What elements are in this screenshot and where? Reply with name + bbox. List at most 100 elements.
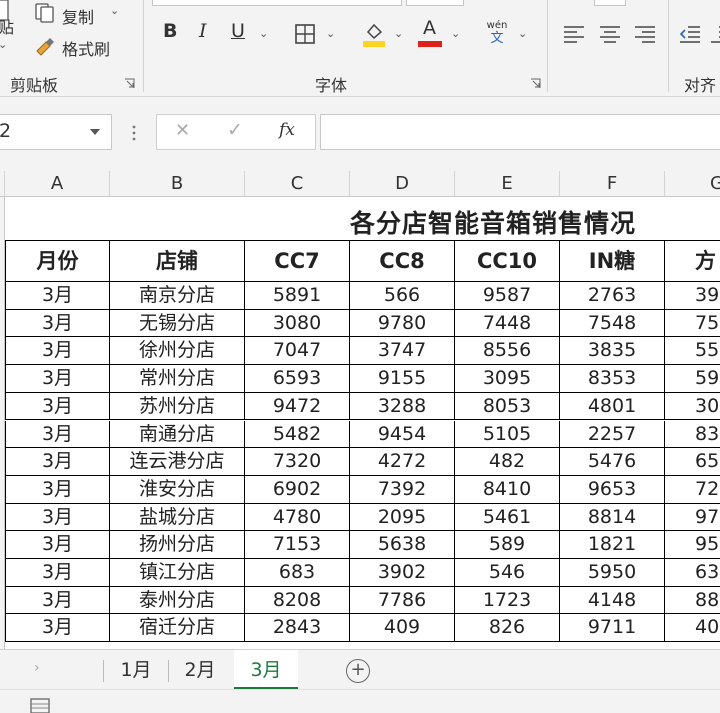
table-cell[interactable]: 镇江分店 [110, 559, 245, 587]
table-cell[interactable]: 3080 [245, 309, 350, 338]
table-cell[interactable]: 盐城分店 [110, 503, 245, 532]
sheet-view-icon[interactable] [30, 698, 50, 713]
table-cell[interactable]: 7448 [455, 309, 560, 338]
alignment-top-button[interactable] [594, 0, 626, 6]
table-cell[interactable]: 9155 [350, 365, 455, 393]
table-cell[interactable]: 3835 [560, 337, 665, 366]
table-cell[interactable]: 3月 [5, 365, 110, 393]
table-cell[interactable]: 3月 [5, 282, 110, 310]
table-cell[interactable]: 9711 [560, 614, 665, 643]
table-cell[interactable]: 1723 [455, 586, 560, 615]
table-cell[interactable]: 6593 [245, 365, 350, 393]
column-header-e[interactable]: E [455, 171, 560, 197]
formula-input[interactable] [320, 114, 720, 150]
sheet-tab-feb[interactable]: 2月 [170, 650, 230, 690]
enter-icon[interactable]: ✓ [227, 119, 243, 141]
table-cell[interactable]: 8053 [455, 392, 560, 421]
table-cell[interactable]: 9587 [455, 282, 560, 310]
table-cell[interactable]: 3月 [5, 309, 110, 338]
table-cell[interactable]: 6902 [245, 475, 350, 504]
name-box-dropdown-icon[interactable] [89, 128, 101, 136]
table-cell[interactable]: 宿迁分店 [110, 614, 245, 643]
table-cell[interactable]: 常州分店 [110, 365, 245, 393]
table-cell[interactable]: 1821 [560, 531, 665, 559]
sheet-title-cell[interactable]: 各分店智能音箱销售情况 [5, 198, 720, 241]
table-cell[interactable]: 75 [665, 310, 720, 338]
table-cell[interactable]: 3月 [5, 420, 110, 449]
table-cell[interactable]: 826 [455, 614, 560, 643]
bold-button[interactable]: B [163, 20, 177, 42]
decrease-indent-icon[interactable] [679, 24, 701, 44]
table-cell[interactable]: 徐州分店 [110, 337, 245, 366]
table-cell[interactable]: 南通分店 [110, 420, 245, 449]
font-color-dropdown-icon[interactable]: ⌄ [451, 27, 460, 40]
table-cell[interactable]: 7392 [350, 475, 455, 504]
scroll-tabs-right-icon[interactable]: › [34, 660, 40, 676]
column-header-b[interactable]: B [110, 171, 245, 197]
column-header-c[interactable]: C [245, 171, 350, 197]
formula-bar-grip-icon[interactable] [132, 125, 136, 141]
table-cell[interactable]: 3月 [5, 531, 110, 559]
paste-dropdown-icon[interactable]: ⌄ [0, 38, 7, 51]
table-cell[interactable]: 83 [665, 421, 720, 449]
sheet-tab-mar[interactable]: 3月 [234, 650, 298, 690]
table-cell[interactable]: 5950 [560, 559, 665, 587]
table-cell[interactable]: 2257 [560, 420, 665, 449]
table-cell[interactable]: 9454 [350, 420, 455, 449]
table-cell[interactable]: 40 [665, 614, 720, 643]
table-cell[interactable]: 7047 [245, 337, 350, 366]
underline-dropdown-icon[interactable]: ⌄ [259, 27, 268, 40]
borders-dropdown-icon[interactable]: ⌄ [326, 27, 335, 40]
table-cell[interactable]: 589 [455, 531, 560, 559]
copy-icon[interactable] [34, 2, 56, 24]
table-cell[interactable]: 南京分店 [110, 282, 245, 310]
format-painter-button[interactable]: 格式刷 [62, 36, 110, 60]
table-cell[interactable]: 5482 [245, 420, 350, 449]
column-header-f[interactable]: F [560, 171, 665, 197]
table-cell[interactable]: 3月 [5, 448, 110, 476]
table-cell[interactable]: 8556 [455, 337, 560, 366]
table-cell[interactable]: 连云港分店 [110, 448, 245, 476]
table-cell[interactable]: 97 [665, 504, 720, 532]
table-cell[interactable]: 8208 [245, 586, 350, 615]
table-cell[interactable]: 5105 [455, 420, 560, 449]
font-color-button[interactable]: A [423, 17, 436, 39]
name-box[interactable]: 2 [0, 114, 112, 150]
align-left-icon[interactable] [563, 24, 585, 44]
table-cell[interactable]: 409 [350, 614, 455, 643]
phonetic-icon[interactable]: wén 文 [484, 20, 510, 46]
table-cell[interactable]: 4780 [245, 503, 350, 532]
table-cell[interactable]: 55 [665, 337, 720, 366]
copy-button[interactable]: 复制 [62, 4, 94, 28]
table-cell[interactable]: 7153 [245, 531, 350, 559]
table-header-cell[interactable]: 店铺 [110, 241, 245, 282]
table-cell[interactable]: 3095 [455, 365, 560, 393]
paste-label[interactable]: 贴 [0, 14, 14, 38]
table-cell[interactable]: 63 [665, 559, 720, 587]
copy-dropdown-icon[interactable]: ⌄ [110, 4, 119, 17]
underline-button[interactable]: U [231, 20, 245, 42]
table-cell[interactable]: 5891 [245, 282, 350, 310]
table-cell[interactable]: 3月 [5, 559, 110, 587]
table-cell[interactable]: 苏州分店 [110, 392, 245, 421]
format-painter-icon[interactable] [34, 36, 56, 56]
column-header-g[interactable]: G [665, 171, 720, 197]
worksheet-grid[interactable]: ABCDEFG 各分店智能音箱销售情况 月份 店铺 CC7 CC8 CC10 IN糖方 3月… [0, 171, 720, 649]
column-header-d[interactable]: D [350, 171, 455, 197]
table-cell[interactable]: 2843 [245, 614, 350, 643]
table-cell[interactable]: 3288 [350, 392, 455, 421]
table-cell[interactable]: 9653 [560, 475, 665, 504]
table-cell[interactable]: 5476 [560, 448, 665, 476]
table-header-cell[interactable]: CC7 [245, 241, 350, 282]
table-cell[interactable]: 30 [665, 393, 720, 421]
clipboard-launcher-icon[interactable] [124, 78, 135, 89]
increase-indent-icon[interactable] [710, 24, 720, 44]
table-cell[interactable]: 9780 [350, 309, 455, 338]
insert-function-icon[interactable]: fx [279, 120, 295, 140]
align-right-icon[interactable] [634, 24, 656, 44]
sheet-tab-jan[interactable]: 1月 [106, 650, 166, 690]
table-cell[interactable]: 7786 [350, 586, 455, 615]
table-cell[interactable]: 3月 [5, 614, 110, 643]
table-cell[interactable]: 2763 [560, 282, 665, 310]
table-cell[interactable]: 3月 [5, 503, 110, 532]
